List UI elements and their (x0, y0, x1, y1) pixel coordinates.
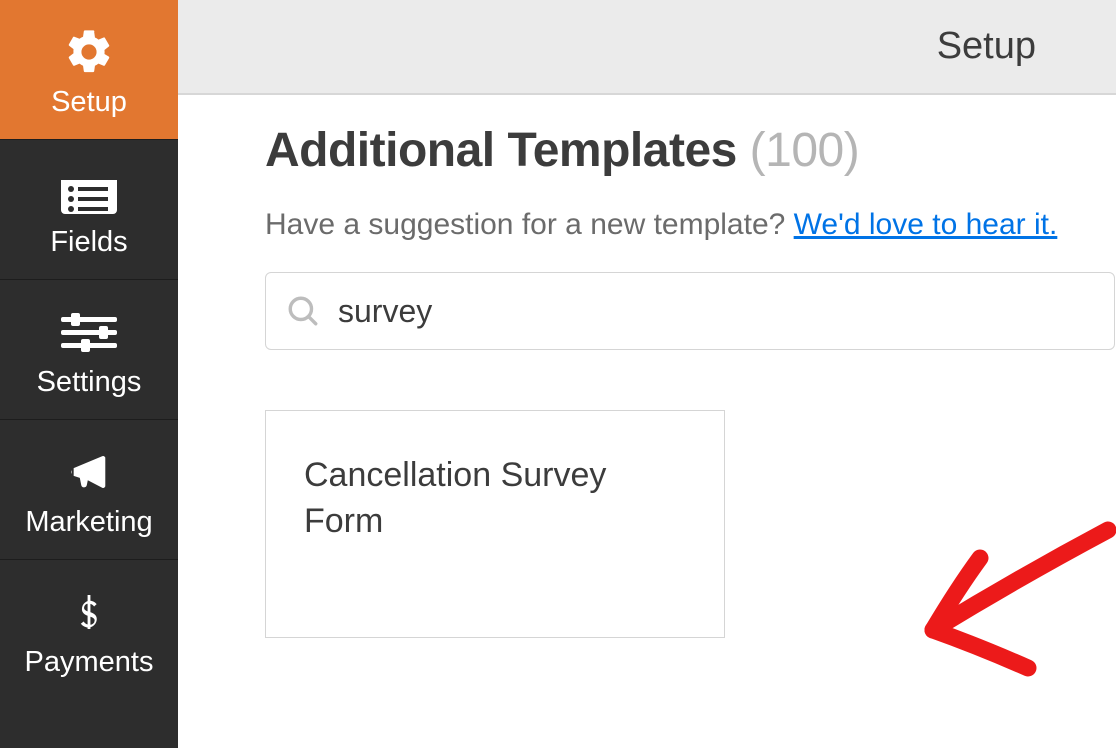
sidebar-item-label: Marketing (25, 508, 152, 537)
search-icon (286, 294, 320, 328)
suggestion-link[interactable]: We'd love to hear it. (794, 208, 1058, 241)
topbar: Setup (178, 0, 1116, 95)
sidebar-item-setup[interactable]: Setup (0, 0, 178, 140)
suggestion-text: Have a suggestion for a new template? We… (265, 208, 1116, 242)
sliders-icon (59, 306, 119, 358)
sidebar-item-label: Payments (25, 648, 154, 677)
sidebar-item-label: Setup (51, 88, 127, 117)
form-fields-icon (59, 166, 119, 218)
search-input[interactable] (320, 292, 1094, 331)
page-title: Setup (937, 25, 1036, 68)
template-card[interactable]: Cancellation Survey Form (265, 410, 725, 638)
section-heading: Additional Templates (100) (265, 123, 1116, 178)
gear-icon (59, 26, 119, 78)
heading-count: (100) (750, 124, 860, 177)
sidebar-item-fields[interactable]: Fields (0, 140, 178, 280)
annotation-arrow-icon (898, 518, 1116, 688)
sidebar-item-payments[interactable]: Payments (0, 560, 178, 699)
heading-text: Additional Templates (265, 124, 737, 177)
sidebar-item-marketing[interactable]: Marketing (0, 420, 178, 560)
sidebar-item-label: Fields (50, 228, 127, 257)
template-card-title: Cancellation Survey Form (304, 453, 686, 545)
sidebar-item-label: Settings (37, 368, 142, 397)
dollar-icon (59, 586, 119, 638)
sidebar: Setup Fields Settings (0, 0, 178, 748)
megaphone-icon (59, 446, 119, 498)
sidebar-item-settings[interactable]: Settings (0, 280, 178, 420)
template-search[interactable] (265, 272, 1115, 350)
main-content: Additional Templates (100) Have a sugges… (178, 95, 1116, 748)
